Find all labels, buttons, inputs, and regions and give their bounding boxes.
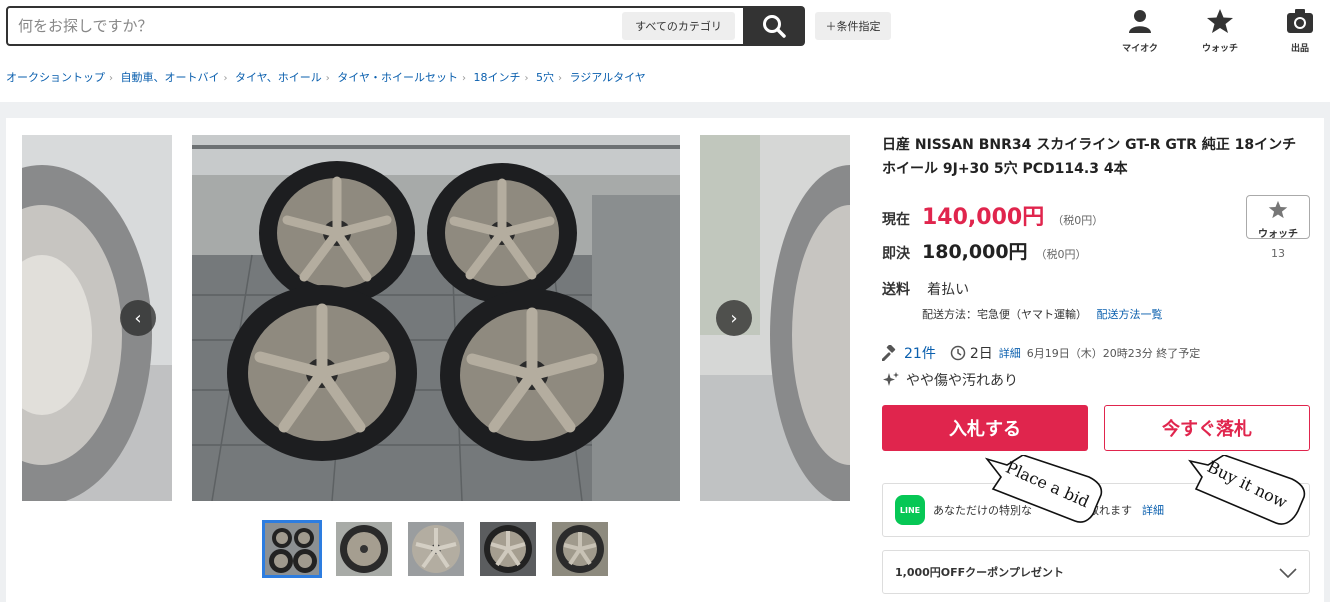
sell-label: 出品 (1290, 44, 1309, 54)
callout-place-bid: Place a bid (985, 455, 1103, 525)
image-gallery: ‹ › (22, 135, 850, 501)
current-price-tax: （税0円） (1052, 214, 1104, 227)
shipping-row: 送料 着払い (882, 279, 969, 299)
buyout-price-row: 即決 180,000円 （税0円） (882, 237, 1087, 264)
coupon-text: 1,000円OFFクーポンプレゼント (895, 566, 1064, 579)
watch-count: 13 (1271, 247, 1285, 260)
search-box: すべてのカテゴリ (6, 6, 805, 46)
buyout-price-tax: （税0円） (1035, 248, 1087, 261)
wheel (259, 161, 415, 305)
chevron-right-icon: › (109, 73, 113, 84)
thumbnail[interactable] (550, 520, 610, 578)
chevron-right-icon: › (223, 73, 228, 84)
breadcrumb-item[interactable]: ラジアルタイヤ (569, 71, 645, 84)
time-left: 2日 (969, 346, 993, 362)
wheel (427, 163, 577, 303)
item-condition: やや傷や汚れあり (906, 373, 1018, 389)
wheel (440, 289, 624, 461)
wheel (227, 285, 417, 461)
chevron-right-icon: › (524, 73, 529, 84)
breadcrumb-item[interactable]: 自動車、オートバイ (121, 71, 220, 84)
breadcrumb-item[interactable]: タイヤ・ホイールセット (337, 71, 458, 84)
sparkle-icon (883, 372, 899, 386)
condition-button[interactable]: ＋条件指定 (815, 12, 891, 40)
previous-image-button[interactable]: ‹ (120, 300, 156, 336)
shipping-value: 着払い (927, 282, 970, 298)
search-button[interactable] (743, 6, 805, 46)
breadcrumb-item[interactable]: 18インチ (473, 71, 520, 84)
chevron-right-icon: › (557, 73, 562, 84)
line-banner-detail-link[interactable]: 詳細 (1142, 502, 1164, 518)
sell-link[interactable]: 出品 (1270, 8, 1330, 54)
star-icon (1207, 9, 1233, 33)
search-icon (763, 15, 786, 38)
header: すべてのカテゴリ ＋条件指定 マイオク ウォッチ 出品 (0, 0, 1330, 58)
watch-list-label: ウォッチ (1201, 44, 1238, 54)
buyout-price-label: 即決 (882, 246, 910, 262)
person-icon (1129, 10, 1151, 33)
place-bid-button[interactable]: 入札する (882, 405, 1088, 451)
chevron-left-icon: ‹ (134, 307, 142, 329)
condition-row: やや傷や汚れあり (882, 370, 1018, 390)
thumbnail[interactable] (334, 520, 394, 578)
item-info-panel: 日産 NISSAN BNR34 スカイライン GT-R GTR 純正 18インチ… (882, 133, 1312, 594)
my-auction-link[interactable]: マイオク (1110, 8, 1170, 54)
thumbnail[interactable] (406, 520, 466, 578)
buyout-price: 180,000円 (922, 241, 1028, 263)
current-price-row: 現在 140,000円 （税0円） (882, 199, 1103, 231)
shipping-methods-link[interactable]: 配送方法一覧 (1097, 308, 1163, 321)
main-product-image[interactable] (192, 135, 680, 501)
watch-list-link[interactable]: ウォッチ (1190, 8, 1250, 54)
my-auction-label: マイオク (1122, 44, 1158, 54)
buy-now-button[interactable]: 今すぐ落札 (1104, 405, 1310, 451)
coupon-accordion[interactable]: 1,000円OFFクーポンプレゼント (882, 550, 1310, 594)
watch-button-label: ウォッチ (1258, 229, 1298, 240)
search-input[interactable] (18, 14, 608, 38)
breadcrumb: オークショントップ › 自動車、オートバイ › タイヤ、ホイール › タイヤ・ホイール… (6, 69, 646, 85)
breadcrumb-item[interactable]: 5穴 (536, 71, 554, 84)
thumbnail[interactable] (262, 520, 322, 578)
thumbnail-strip (262, 520, 610, 580)
gavel-icon (882, 345, 896, 361)
current-price-label: 現在 (882, 212, 910, 228)
chevron-right-icon: › (325, 73, 330, 84)
next-image-button[interactable]: › (716, 300, 752, 336)
breadcrumb-item[interactable]: オークショントップ (6, 71, 105, 84)
breadcrumb-item[interactable]: タイヤ、ホイール (235, 71, 322, 84)
line-logo-icon: LINE (895, 495, 925, 525)
chevron-right-icon: › (461, 73, 466, 84)
shipping-label: 送料 (882, 282, 910, 298)
callout-buy-now: Buy it now (1188, 455, 1306, 527)
category-select[interactable]: すべてのカテゴリ (622, 12, 735, 40)
thumbnail[interactable] (478, 520, 538, 578)
chevron-down-icon (1279, 568, 1297, 578)
camera-icon (1287, 9, 1313, 33)
chevron-right-icon: › (730, 307, 738, 329)
auction-meta-row: 21件 2日 詳細 6月19日（木）20時23分 終了予定 (882, 343, 1200, 363)
shipping-method-row: 配送方法：宅急便（ヤマト運輸） 配送方法一覧 (922, 306, 1163, 322)
item-title: 日産 NISSAN BNR34 スカイライン GT-R GTR 純正 18インチ… (882, 137, 1297, 177)
clock-icon (950, 345, 966, 361)
watch-button[interactable]: ウォッチ (1246, 195, 1310, 240)
end-time-detail-link[interactable]: 詳細 (999, 345, 1021, 361)
current-price: 140,000円 (922, 205, 1045, 230)
bid-count-link[interactable]: 21件 (904, 343, 936, 363)
shipping-method: 配送方法：宅急便（ヤマト運輸） (922, 308, 1087, 321)
star-icon (1268, 200, 1288, 219)
end-time: 6月19日（木）20時23分 終了予定 (1026, 347, 1201, 360)
